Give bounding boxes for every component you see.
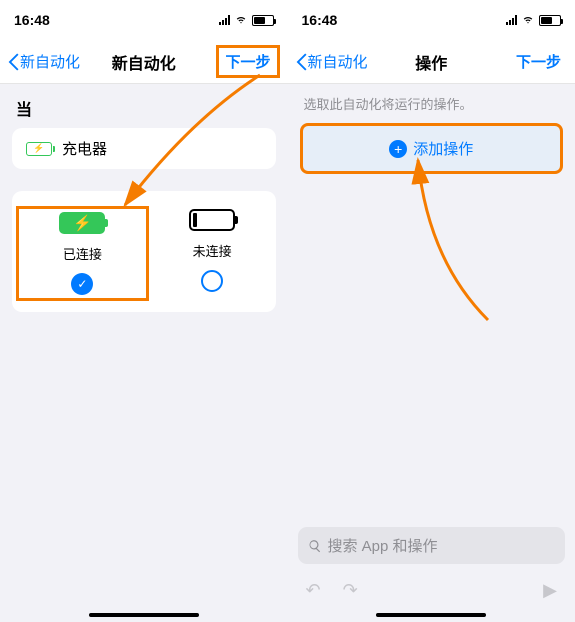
undo-icon[interactable]: ↶ (306, 580, 321, 601)
status-bar: 16:48 (0, 0, 288, 40)
content-area: 当 ⚡ 充电器 ⚡ 已连接 ✓ 未连接 (0, 84, 288, 605)
screen-actions: 16:48 新自动化 操作 下一步 选取此自动化将运行的操作。 + 添加操作 (288, 0, 575, 622)
option-connected-label: 已连接 (63, 244, 102, 263)
status-icons (219, 12, 274, 28)
nav-title: 新自动化 (112, 50, 176, 74)
search-icon (308, 539, 322, 553)
charger-label: 充电器 (62, 138, 107, 159)
option-disconnected-label: 未连接 (193, 241, 232, 260)
cellular-icon (219, 15, 230, 25)
play-icon[interactable]: ▶ (543, 580, 557, 601)
back-label: 新自动化 (308, 51, 368, 72)
back-button[interactable]: 新自动化 (296, 51, 368, 72)
battery-charging-icon: ⚡ (59, 212, 105, 234)
content-area: 选取此自动化将运行的操作。 + 添加操作 (288, 84, 575, 527)
nav-bar: 新自动化 新自动化 下一步 (0, 40, 288, 84)
status-time: 16:48 (14, 12, 50, 28)
home-indicator (376, 613, 486, 617)
radio-unselected-icon (201, 270, 223, 292)
keyboard-accessory: 搜索 App 和操作 ↶ ↷ ▶ (288, 527, 575, 605)
charger-icon: ⚡ (26, 142, 52, 156)
wifi-icon (521, 12, 535, 28)
search-placeholder: 搜索 App 和操作 (328, 535, 438, 556)
status-bar: 16:48 (288, 0, 575, 40)
home-indicator (89, 613, 199, 617)
battery-status-icon (252, 15, 274, 26)
redo-icon[interactable]: ↷ (343, 580, 358, 601)
chevron-left-icon (296, 53, 308, 71)
back-button[interactable]: 新自动化 (8, 51, 80, 72)
options-card: ⚡ 已连接 ✓ 未连接 (12, 191, 276, 312)
option-connected[interactable]: ⚡ 已连接 ✓ (16, 206, 149, 301)
chevron-left-icon (8, 53, 20, 71)
wifi-icon (234, 12, 248, 28)
section-when-label: 当 (16, 96, 272, 120)
nav-bar: 新自动化 操作 下一步 (288, 40, 575, 84)
next-button[interactable]: 下一步 (216, 45, 279, 78)
battery-status-icon (539, 15, 561, 26)
nav-title: 操作 (415, 50, 447, 74)
back-label: 新自动化 (20, 51, 80, 72)
status-icons (506, 12, 561, 28)
add-action-button[interactable]: + 添加操作 (300, 123, 564, 174)
trigger-charger-row[interactable]: ⚡ 充电器 (12, 128, 276, 169)
toolbar: ↶ ↷ ▶ (288, 570, 575, 605)
description-text: 选取此自动化将运行的操作。 (304, 94, 560, 113)
battery-empty-icon (189, 209, 235, 231)
plus-icon: + (389, 140, 407, 158)
option-disconnected[interactable]: 未连接 (149, 209, 276, 298)
screen-new-automation: 16:48 新自动化 新自动化 下一步 当 ⚡ 充电器 ⚡ (0, 0, 288, 622)
add-action-label: 添加操作 (413, 138, 473, 159)
status-time: 16:48 (302, 12, 338, 28)
next-button[interactable]: 下一步 (510, 48, 567, 75)
radio-selected-icon: ✓ (71, 273, 93, 295)
cellular-icon (506, 15, 517, 25)
search-input[interactable]: 搜索 App 和操作 (298, 527, 566, 564)
